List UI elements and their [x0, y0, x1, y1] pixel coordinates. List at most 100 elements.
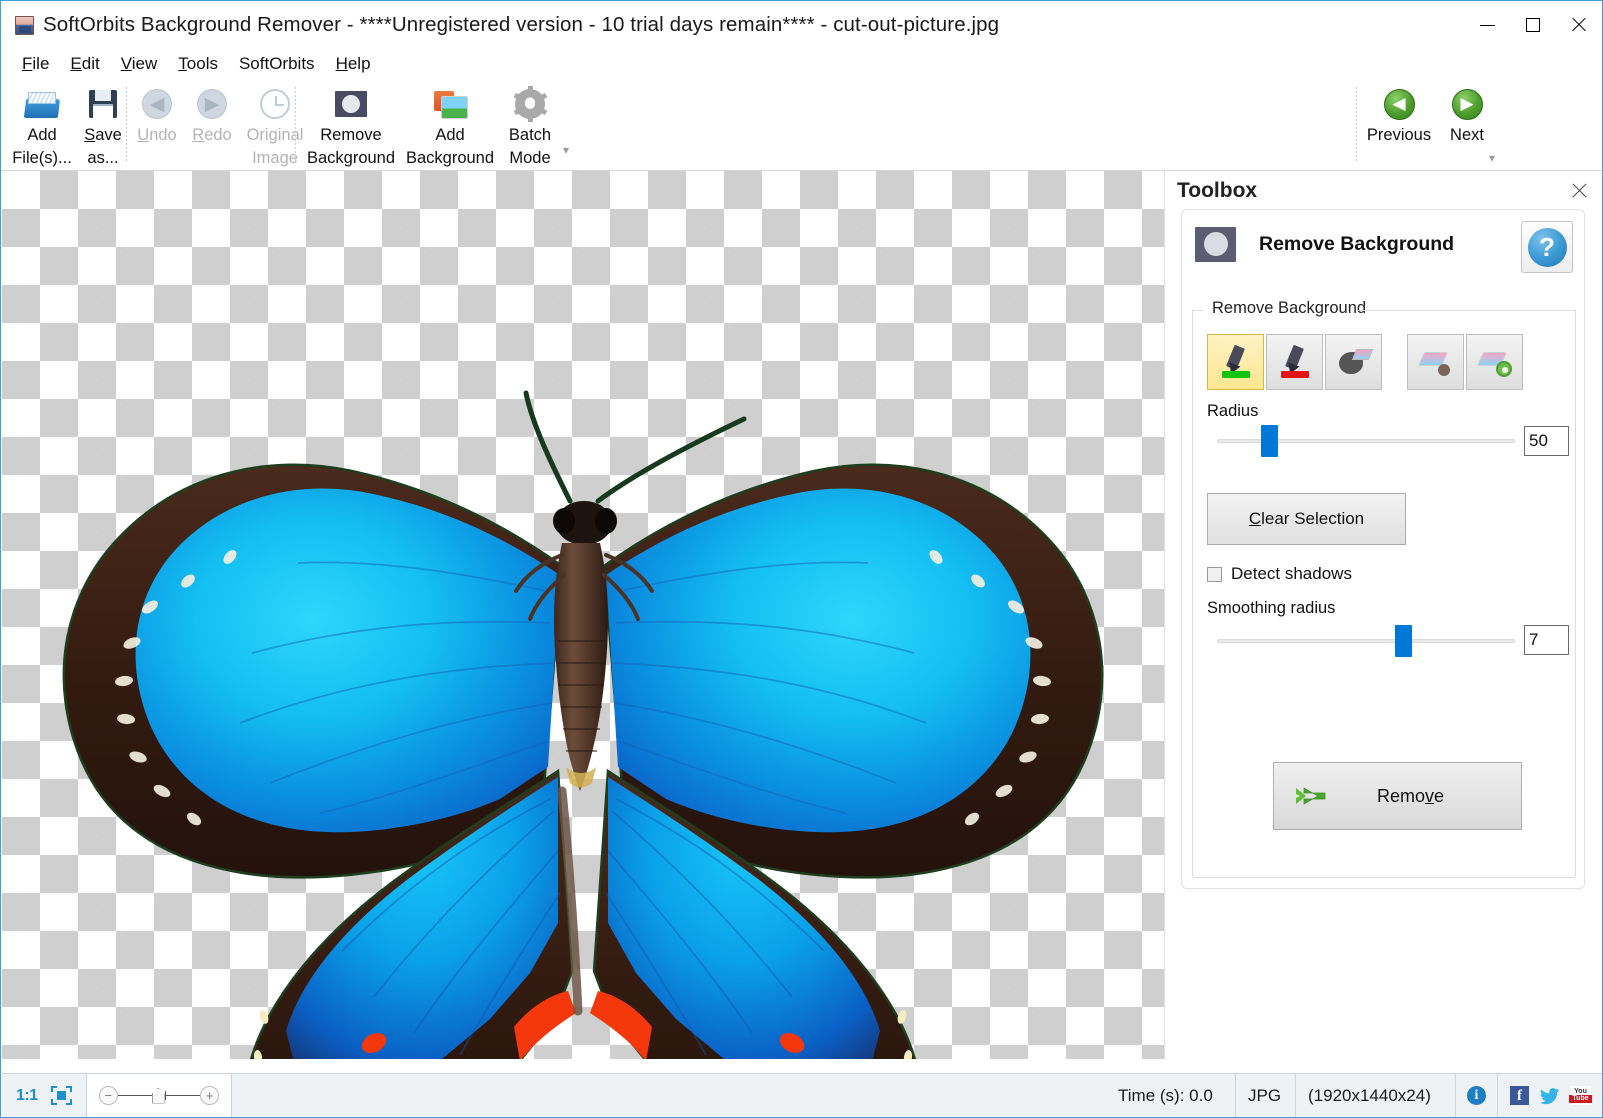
- batch-mode-button[interactable]: Batch Mode: [499, 79, 561, 170]
- add-background-icon: [434, 87, 468, 121]
- eraser-tool-button[interactable]: [1407, 334, 1464, 390]
- clear-selection-label: Clear Selection: [1248, 509, 1365, 528]
- ribbon-expander-2[interactable]: ▾: [1489, 151, 1495, 165]
- zoom-in-button[interactable]: +: [200, 1086, 220, 1105]
- save-as-button[interactable]: Save as...: [73, 79, 133, 170]
- detect-shadows-label: Detect shadows: [1231, 564, 1352, 583]
- tool-buttons-row: [1207, 334, 1523, 390]
- restore-eraser-tool-button[interactable]: [1466, 334, 1523, 390]
- twitter-icon[interactable]: [1539, 1087, 1560, 1105]
- floppy-save-icon: [89, 87, 117, 121]
- smoothing-radius-value-field[interactable]: 7: [1524, 625, 1569, 655]
- maximize-button[interactable]: [1510, 1, 1556, 49]
- group-legend: Remove Background: [1207, 299, 1372, 318]
- minimize-button[interactable]: [1464, 1, 1510, 49]
- remove-button-label: Remove: [1376, 785, 1445, 806]
- fit-to-window-icon[interactable]: [50, 1086, 72, 1105]
- ribbon-toolbar: Add File(s)... Save as... ◀ Undo ▶ Redo O…: [1, 79, 1602, 171]
- menu-file[interactable]: File: [13, 52, 58, 76]
- left-forewing-blue: [135, 488, 560, 833]
- clear-selection-button[interactable]: Clear Selection: [1207, 493, 1406, 545]
- menu-bar: File Edit View Tools SoftOrbits Help: [1, 49, 1602, 79]
- social-links: f You Tube: [1498, 1074, 1602, 1118]
- detect-shadows-row[interactable]: Detect shadows: [1207, 564, 1352, 584]
- image-canvas[interactable]: [2, 171, 1164, 1059]
- zoom-slider[interactable]: − +: [86, 1073, 233, 1117]
- menu-view[interactable]: View: [112, 52, 167, 76]
- left-antenna: [523, 390, 573, 504]
- nav-next-icon: ▶: [1451, 87, 1483, 121]
- ribbon-group-history: ◀ Undo ▶ Redo Original Image: [129, 79, 311, 171]
- remove-background-button[interactable]: Remove Background: [301, 79, 401, 170]
- youtube-icon[interactable]: You Tube: [1569, 1086, 1592, 1105]
- status-bar: 1:1 − + Time (s): 0.0 JPG (1920x1440x24)…: [2, 1073, 1602, 1118]
- remove-button[interactable]: Remove: [1273, 762, 1522, 830]
- undo-arrow-icon: ◀: [142, 87, 172, 121]
- thorax-abdomen: [554, 543, 608, 791]
- info-button[interactable]: i: [1456, 1073, 1498, 1117]
- toolbox-title: Toolbox: [1177, 179, 1258, 202]
- ribbon-group-actions: Remove Background Add Background Batch M…: [301, 79, 569, 171]
- menu-help[interactable]: Help: [327, 52, 380, 76]
- mark-background-tool-button[interactable]: [1266, 334, 1323, 390]
- radius-slider[interactable]: [1217, 425, 1515, 457]
- app-icon: [15, 15, 34, 35]
- mark-foreground-tool-button[interactable]: [1207, 334, 1264, 390]
- status-spacer: [232, 1074, 1106, 1118]
- smoothing-radius-slider-track: [1217, 639, 1515, 643]
- gear-batch-icon: [513, 86, 548, 122]
- redo-arrow-icon: ▶: [197, 87, 227, 121]
- zoom-mode-cell: 1:1: [2, 1073, 87, 1117]
- ribbon-separator-1: [126, 87, 127, 163]
- remove-background-group: Remove Background Radius 50 Clear Select…: [1192, 299, 1576, 878]
- next-button[interactable]: ▶ Next: [1437, 79, 1497, 147]
- toolbox-close-button[interactable]: [1569, 180, 1591, 202]
- help-button[interactable]: ?: [1521, 221, 1573, 273]
- zoom-slider-track-right: [166, 1094, 201, 1097]
- detect-shadows-checkbox[interactable]: [1207, 566, 1222, 582]
- window-controls: [1464, 1, 1602, 49]
- smoothing-radius-slider[interactable]: [1217, 625, 1515, 657]
- menu-tools[interactable]: Tools: [169, 52, 227, 76]
- close-button[interactable]: [1556, 1, 1602, 49]
- undo-button[interactable]: ◀ Undo: [129, 79, 185, 147]
- smoothing-radius-label: Smoothing radius: [1207, 599, 1336, 617]
- redo-label: Redo: [192, 126, 232, 144]
- left-eye: [553, 508, 575, 534]
- title-bar: SoftOrbits Background Remover - ****Unre…: [1, 1, 1602, 49]
- previous-button[interactable]: ◀ Previous: [1361, 79, 1437, 147]
- zoom-out-button[interactable]: −: [98, 1086, 118, 1105]
- toolbox-panel: Toolbox Remove Background ? Remove Backg…: [1164, 171, 1602, 1059]
- radius-slider-thumb[interactable]: [1261, 425, 1278, 457]
- tool-row-gap: [1384, 334, 1405, 390]
- ribbon-expander-1[interactable]: ▾: [563, 143, 569, 157]
- undo-label: Undo: [137, 126, 177, 144]
- radius-value-field[interactable]: 50: [1524, 426, 1569, 456]
- smoothing-radius-slider-thumb[interactable]: [1395, 625, 1412, 657]
- close-icon: [1571, 17, 1587, 33]
- ribbon-group-file: Add File(s)... Save as...: [11, 79, 133, 171]
- clock-revert-icon: [260, 87, 290, 121]
- facebook-icon[interactable]: f: [1510, 1086, 1529, 1105]
- remove-background-icon: [1195, 226, 1236, 262]
- zoom-slider-handle[interactable]: [151, 1087, 165, 1104]
- status-dimensions: (1920x1440x24): [1296, 1073, 1456, 1117]
- toolbox-header: Toolbox: [1165, 171, 1602, 211]
- window-title: SoftOrbits Background Remover - ****Unre…: [43, 13, 1000, 36]
- help-question-icon: ?: [1527, 227, 1567, 267]
- zoom-ratio-button[interactable]: 1:1: [16, 1087, 38, 1105]
- magic-wand-tool-button[interactable]: [1325, 334, 1382, 390]
- right-antenna: [595, 416, 747, 504]
- redo-button[interactable]: ▶ Redo: [185, 79, 239, 147]
- save-as-label: Save as...: [84, 126, 122, 167]
- info-icon: i: [1467, 1086, 1486, 1105]
- red-pencil-icon: [1278, 344, 1312, 379]
- menu-edit[interactable]: Edit: [61, 52, 108, 76]
- eraser-restore-icon: [1476, 348, 1512, 377]
- add-files-button[interactable]: Add File(s)...: [11, 79, 73, 170]
- menu-softorbits[interactable]: SoftOrbits: [230, 52, 324, 76]
- application-window: SoftOrbits Background Remover - ****Unre…: [0, 0, 1603, 1118]
- add-background-button[interactable]: Add Background: [401, 79, 499, 170]
- nav-previous-icon: ◀: [1383, 87, 1415, 121]
- ribbon-group-navigation: ◀ Previous ▶ Next ▾: [1361, 79, 1497, 171]
